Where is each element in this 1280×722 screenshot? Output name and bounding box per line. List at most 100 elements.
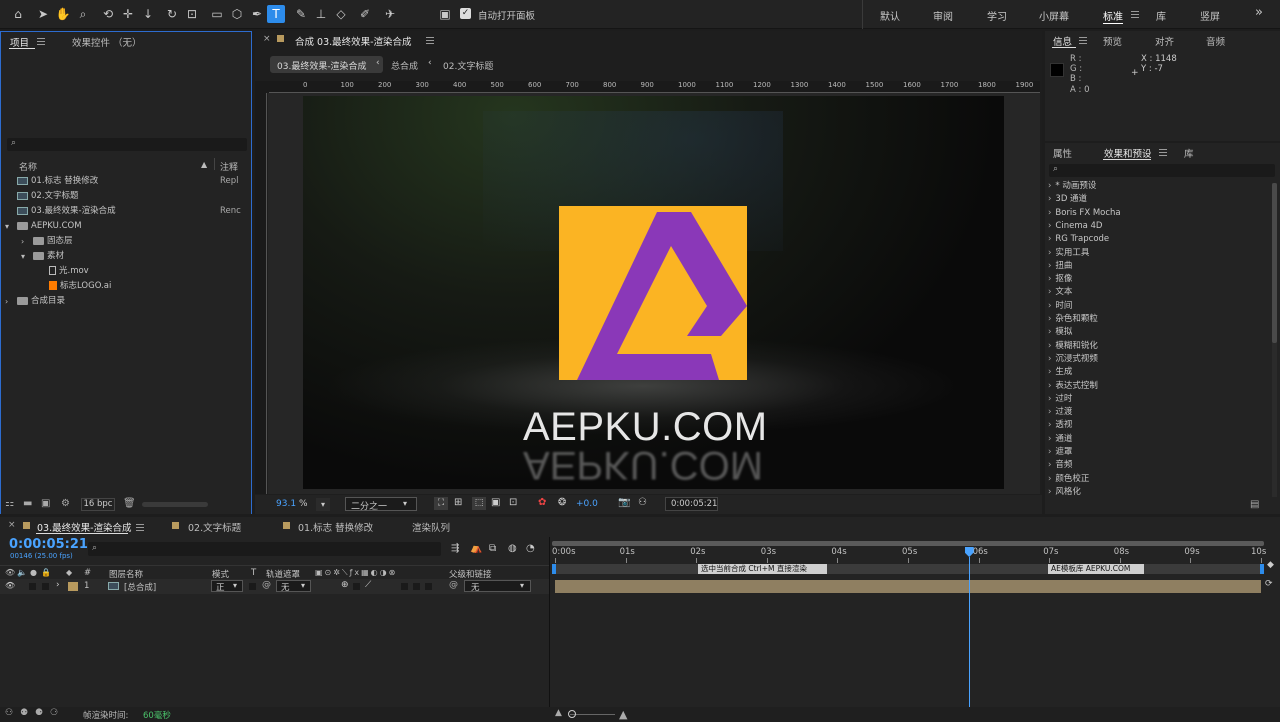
effects-category-item[interactable]: › 透视 xyxy=(1048,419,1072,432)
auto-open-checkbox[interactable]: ✓ xyxy=(460,8,471,19)
interpret-footage-icon[interactable]: ⚏ xyxy=(5,498,14,509)
toggle-panes-icon[interactable]: ⚆ xyxy=(50,708,58,718)
lock-icon[interactable]: 🔒 xyxy=(41,568,51,577)
tab-info[interactable]: 信息 xyxy=(1053,34,1072,48)
tab-align[interactable]: 对齐 xyxy=(1155,34,1174,48)
audio-icon[interactable]: 🔈 xyxy=(17,568,27,577)
tab-effect-controls[interactable]: 效果控件 （无） xyxy=(72,35,142,49)
layer-label-color[interactable] xyxy=(68,582,78,591)
rotate-tool-icon[interactable]: ↻ xyxy=(163,5,181,23)
brush-tool-icon[interactable]: ✎ xyxy=(292,5,310,23)
motion-blur-box[interactable] xyxy=(401,583,408,590)
track-matte-select[interactable]: 无 ▾ xyxy=(276,580,311,593)
roto-brush-icon[interactable]: ✐ xyxy=(356,5,374,23)
timeline-zoom-thumb[interactable] xyxy=(568,710,576,718)
draft-3d-icon[interactable]: ⛺ xyxy=(470,543,482,554)
blend-mode-select[interactable]: 正 ▾ xyxy=(211,580,243,593)
text-tool-icon[interactable]: T xyxy=(267,5,285,23)
zoom-dropdown-icon[interactable]: ▾ xyxy=(316,498,330,511)
zoom-value[interactable]: 93.1 xyxy=(276,499,296,509)
bit-depth-button[interactable]: 16 bpc xyxy=(81,498,115,511)
zoom-in-icon[interactable]: ▲ xyxy=(619,708,627,721)
show-snapshot-icon[interactable]: ⚇ xyxy=(638,497,647,508)
effects-category-item[interactable]: › 模拟 xyxy=(1048,326,1072,339)
preserve-transparency-box[interactable] xyxy=(249,583,256,590)
effects-category-item[interactable]: › 沉浸式视频 xyxy=(1048,353,1098,366)
label-icon[interactable]: ◆ xyxy=(66,568,72,577)
workspace-library[interactable]: 库 xyxy=(1156,8,1166,23)
parent-pick-whip-icon[interactable]: @ xyxy=(449,580,458,590)
tab-audio[interactable]: 音频 xyxy=(1206,34,1225,48)
eye-icon[interactable]: 👁 xyxy=(5,568,15,577)
collapse-switch-box[interactable] xyxy=(353,583,360,590)
clone-stamp-icon[interactable]: ⊥ xyxy=(312,5,330,23)
effects-category-item[interactable]: › 表达式控制 xyxy=(1048,380,1098,393)
work-area-end-handle[interactable] xyxy=(1260,564,1264,574)
effects-search-input[interactable]: ⌕ xyxy=(1049,164,1275,177)
anchor-tool-icon[interactable]: ⊡ xyxy=(183,5,201,23)
resolution-select[interactable]: 二分之一 ▾ xyxy=(345,497,417,512)
solo-box[interactable] xyxy=(29,583,36,590)
chevron-down-icon[interactable]: ▾ xyxy=(21,249,25,264)
tab-effects-presets[interactable]: 效果和预设 xyxy=(1104,146,1152,160)
panel-icon[interactable]: ▣ xyxy=(436,5,454,23)
fast-preview-icon[interactable]: ⛶ xyxy=(434,497,448,510)
timeline-menu-icon[interactable] xyxy=(136,524,144,531)
reset-exposure-icon[interactable]: ❂ xyxy=(558,497,566,508)
thumbnail-slider[interactable] xyxy=(142,502,208,507)
lock-box[interactable] xyxy=(42,583,49,590)
project-item[interactable]: › 固态层 xyxy=(1,234,249,249)
effects-category-item[interactable]: › Boris FX Mocha xyxy=(1048,207,1121,220)
puppet-pin-icon[interactable]: ✈ xyxy=(381,5,399,23)
pan-tool-icon[interactable]: ✛ xyxy=(119,5,137,23)
project-item[interactable]: › 合成目录 xyxy=(1,294,249,309)
matte-link-icon[interactable]: @ xyxy=(262,580,271,590)
effects-category-item[interactable]: › 生成 xyxy=(1048,366,1072,379)
project-item[interactable]: 02.文字标题 xyxy=(1,189,249,204)
playhead-handle[interactable] xyxy=(964,547,974,557)
project-item[interactable]: 01.标志 替换修改 Repl xyxy=(1,174,249,189)
solo-icon[interactable]: ● xyxy=(30,568,37,577)
workspace-default[interactable]: 默认 xyxy=(880,8,900,23)
workspace-vertical[interactable]: 竖屏 xyxy=(1200,8,1220,23)
project-item[interactable]: 标志LOGO.ai xyxy=(1,279,249,294)
timeline-tab-text[interactable]: 02.文字标题 xyxy=(188,520,241,534)
effects-category-item[interactable]: › 模糊和锐化 xyxy=(1048,340,1098,353)
tab-properties[interactable]: 属性 xyxy=(1053,146,1072,160)
effects-category-item[interactable]: › 3D 通道 xyxy=(1048,193,1087,206)
new-bin-icon[interactable]: ▤ xyxy=(1250,499,1259,510)
comp-marker-bin-icon[interactable]: ◆ xyxy=(1267,560,1274,570)
home-icon[interactable]: ⌂ xyxy=(9,5,27,23)
layer-name[interactable]: [总合成] xyxy=(124,581,156,593)
orbit-tool-icon[interactable]: ⟲ xyxy=(99,5,117,23)
breadcrumb-text-title[interactable]: 02.文字标题 xyxy=(443,59,493,72)
more-workspaces-icon[interactable]: » xyxy=(1255,5,1263,20)
info-menu-icon[interactable] xyxy=(1079,37,1087,44)
tab-preview[interactable]: 预览 xyxy=(1103,34,1122,48)
3d-tool-icon[interactable]: ⬡ xyxy=(228,5,246,23)
stretch-icon[interactable]: ⚈ xyxy=(35,708,43,718)
effects-scrollbar[interactable] xyxy=(1272,183,1277,497)
new-comp-icon[interactable]: ▣ xyxy=(41,498,50,509)
effects-category-item[interactable]: › Cinema 4D xyxy=(1048,220,1102,233)
guides-icon[interactable]: ⊡ xyxy=(509,497,517,508)
effects-category-item[interactable]: › 遮罩 xyxy=(1048,446,1072,459)
marker-comment-1[interactable]: 选中当前合成 Ctrl+M 直接渲染 xyxy=(698,564,827,574)
effects-category-item[interactable]: › RG Trapcode xyxy=(1048,233,1109,246)
close-timeline-icon[interactable]: × xyxy=(8,520,16,530)
layer-duration-bar[interactable] xyxy=(555,580,1261,593)
tab-libraries[interactable]: 库 xyxy=(1184,146,1194,160)
current-time-field[interactable]: 0:00:05:21 xyxy=(665,497,718,511)
timeline-current-time[interactable]: 0:00:05:21 xyxy=(9,537,88,552)
marker-comment-2[interactable]: AE模板库 AEPKU.COM xyxy=(1048,564,1144,574)
effects-category-item[interactable]: › 文本 xyxy=(1048,286,1072,299)
chevron-right-icon[interactable]: › xyxy=(5,294,8,309)
comment-column-header[interactable]: 注释 xyxy=(220,160,238,173)
snapshot-icon[interactable]: 📷 xyxy=(618,497,630,508)
chevron-down-icon[interactable]: ▾ xyxy=(5,219,9,234)
comp-tab-title[interactable]: 合成 03.最终效果-渲染合成 xyxy=(295,34,412,48)
project-item[interactable]: 03.最终效果-渲染合成 Renc xyxy=(1,204,249,219)
adjustment-box[interactable] xyxy=(413,583,420,590)
project-menu-icon[interactable] xyxy=(37,38,45,45)
motion-blur-icon[interactable]: ◔ xyxy=(526,543,535,554)
